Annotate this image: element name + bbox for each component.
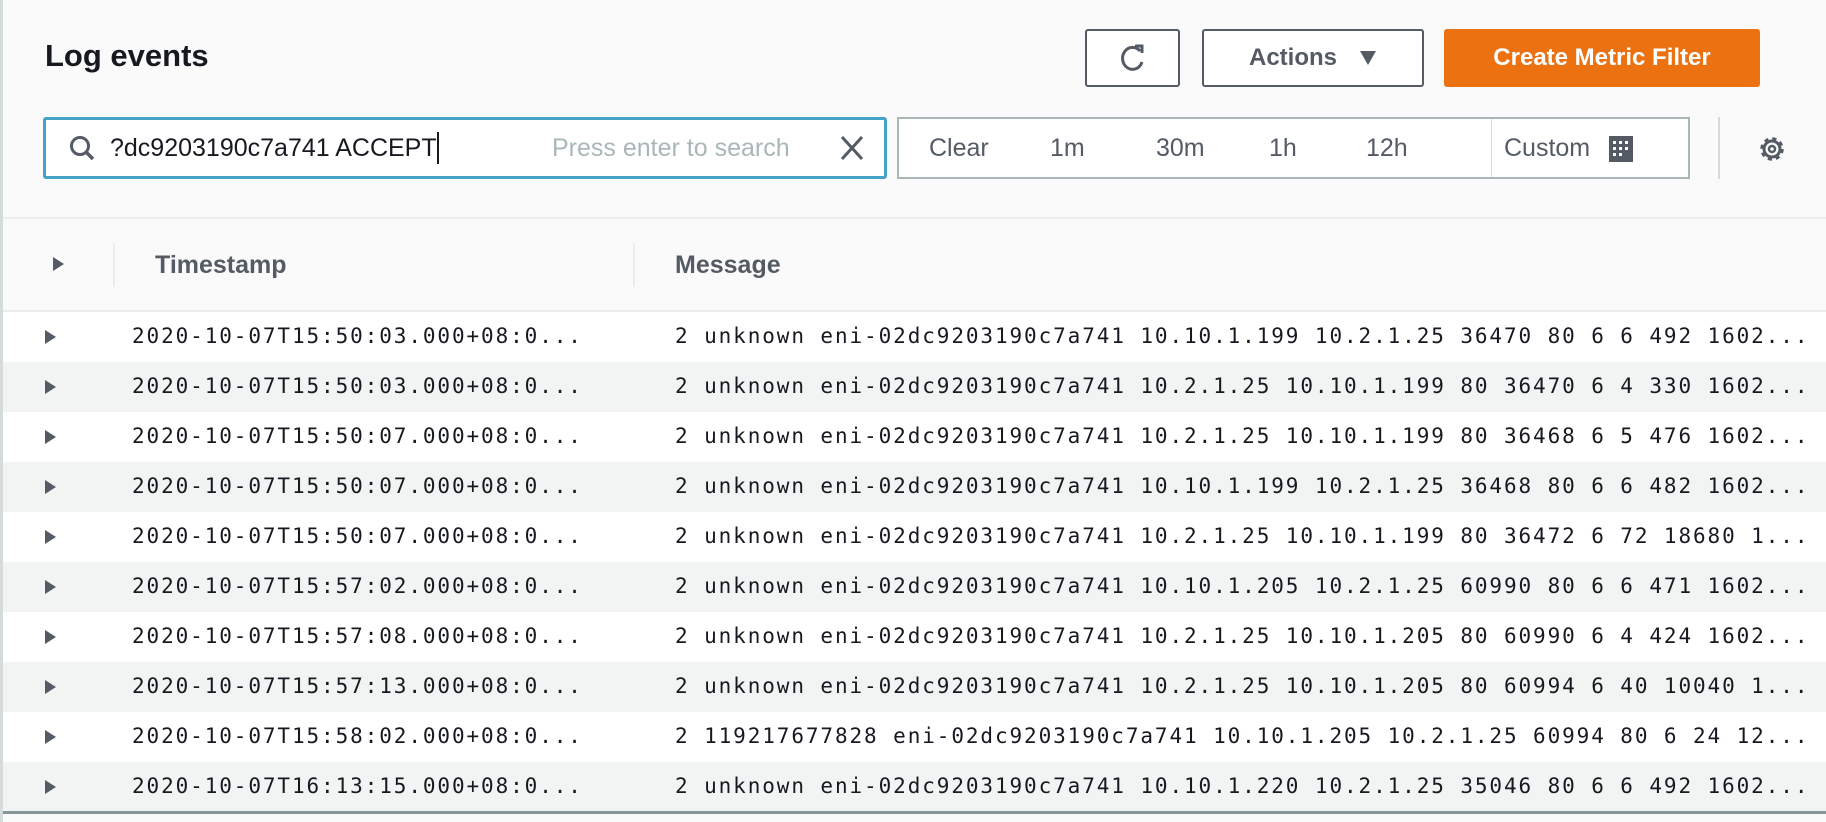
table-row[interactable]: 2020-10-07T15:58:02.000+08:0... 2 1192176…: [3, 712, 1826, 762]
expand-row-caret-icon[interactable]: [45, 730, 56, 744]
table-header: Timestamp Message: [3, 219, 1826, 311]
message-cell: 2 119217677828 eni-02dc9203190c7a741 10.…: [675, 724, 1810, 748]
time-12h-button[interactable]: 12h: [1366, 134, 1408, 163]
table-row[interactable]: 2020-10-07T15:57:08.000+08:0... 2 unknown…: [3, 612, 1826, 662]
clear-search-icon[interactable]: [838, 134, 866, 162]
refresh-button[interactable]: [1085, 29, 1180, 87]
time-1h-button[interactable]: 1h: [1269, 134, 1297, 163]
timestamp-cell: 2020-10-07T15:50:03.000+08:0...: [132, 324, 583, 348]
table-row[interactable]: 2020-10-07T15:57:13.000+08:0... 2 unknown…: [3, 662, 1826, 712]
actions-dropdown-button[interactable]: Actions: [1202, 29, 1424, 87]
calendar-icon: [1609, 135, 1634, 162]
refresh-icon: [1120, 44, 1143, 71]
expand-row-caret-icon[interactable]: [45, 780, 56, 794]
time-range-selector: Clear 1m 30m 1h 12h Custom: [897, 117, 1690, 179]
search-icon: [70, 136, 95, 161]
message-cell: 2 unknown eni-02dc9203190c7a741 10.2.1.2…: [675, 524, 1810, 548]
column-divider: [113, 243, 115, 287]
table-row[interactable]: 2020-10-07T15:57:02.000+08:0... 2 unknown…: [3, 562, 1826, 612]
expand-all-caret-icon[interactable]: [53, 257, 64, 271]
search-input[interactable]: ?dc9203190c7a741 ACCEPT Press enter to s…: [43, 117, 887, 179]
message-cell: 2 unknown eni-02dc9203190c7a741 10.2.1.2…: [675, 674, 1810, 698]
table-row[interactable]: 2020-10-07T15:50:03.000+08:0... 2 unknown…: [3, 312, 1826, 362]
time-1m-button[interactable]: 1m: [1050, 134, 1085, 163]
column-header-timestamp[interactable]: Timestamp: [155, 251, 287, 280]
log-events-table: 2020-10-07T15:50:03.000+08:0... 2 unknown…: [3, 310, 1826, 812]
divider: [1718, 117, 1720, 179]
time-custom-button[interactable]: Custom: [1504, 134, 1634, 163]
settings-gear-icon[interactable]: [1756, 133, 1788, 165]
timestamp-cell: 2020-10-07T15:57:13.000+08:0...: [132, 674, 583, 698]
timestamp-cell: 2020-10-07T15:50:03.000+08:0...: [132, 374, 583, 398]
page-title: Log events: [45, 38, 209, 73]
expand-row-caret-icon[interactable]: [45, 380, 56, 394]
custom-label: Custom: [1504, 134, 1591, 162]
timestamp-cell: 2020-10-07T15:50:07.000+08:0...: [132, 474, 583, 498]
message-cell: 2 unknown eni-02dc9203190c7a741 10.10.1.…: [675, 474, 1810, 498]
table-row[interactable]: 2020-10-07T15:50:07.000+08:0... 2 unknown…: [3, 512, 1826, 562]
search-value[interactable]: ?dc9203190c7a741 ACCEPT: [110, 132, 439, 164]
divider: [1491, 119, 1492, 177]
time-30m-button[interactable]: 30m: [1156, 134, 1205, 163]
column-divider: [633, 243, 635, 287]
column-header-message[interactable]: Message: [675, 251, 781, 280]
expand-row-caret-icon[interactable]: [45, 580, 56, 594]
search-placeholder: Press enter to search: [552, 133, 790, 162]
table-row[interactable]: 2020-10-07T16:13:15.000+08:0... 2 unknown…: [3, 762, 1826, 812]
message-cell: 2 unknown eni-02dc9203190c7a741 10.10.1.…: [675, 324, 1810, 348]
message-cell: 2 unknown eni-02dc9203190c7a741 10.2.1.2…: [675, 624, 1810, 648]
expand-row-caret-icon[interactable]: [45, 530, 56, 544]
message-cell: 2 unknown eni-02dc9203190c7a741 10.10.1.…: [675, 774, 1810, 798]
message-cell: 2 unknown eni-02dc9203190c7a741 10.2.1.2…: [675, 374, 1810, 398]
expand-row-caret-icon[interactable]: [45, 680, 56, 694]
table-row[interactable]: 2020-10-07T15:50:07.000+08:0... 2 unknown…: [3, 462, 1826, 512]
table-row[interactable]: 2020-10-07T15:50:07.000+08:0... 2 unknown…: [3, 412, 1826, 462]
timestamp-cell: 2020-10-07T15:50:07.000+08:0...: [132, 524, 583, 548]
timestamp-cell: 2020-10-07T16:13:15.000+08:0...: [132, 774, 583, 798]
expand-row-caret-icon[interactable]: [45, 630, 56, 644]
timestamp-cell: 2020-10-07T15:57:08.000+08:0...: [132, 624, 583, 648]
create-metric-filter-button[interactable]: Create Metric Filter: [1444, 29, 1760, 87]
expand-row-caret-icon[interactable]: [45, 480, 56, 494]
timestamp-cell: 2020-10-07T15:50:07.000+08:0...: [132, 424, 583, 448]
actions-label: Actions: [1248, 44, 1337, 71]
expand-row-caret-icon[interactable]: [45, 430, 56, 444]
message-cell: 2 unknown eni-02dc9203190c7a741 10.10.1.…: [675, 574, 1810, 598]
table-bottom-border: [3, 811, 1826, 814]
timestamp-cell: 2020-10-07T15:57:02.000+08:0...: [132, 574, 583, 598]
caret-down-icon: [1360, 51, 1376, 65]
expand-row-caret-icon[interactable]: [45, 330, 56, 344]
message-cell: 2 unknown eni-02dc9203190c7a741 10.2.1.2…: [675, 424, 1810, 448]
time-clear-button[interactable]: Clear: [929, 134, 989, 163]
timestamp-cell: 2020-10-07T15:58:02.000+08:0...: [132, 724, 583, 748]
table-row[interactable]: 2020-10-07T15:50:03.000+08:0... 2 unknown…: [3, 362, 1826, 412]
